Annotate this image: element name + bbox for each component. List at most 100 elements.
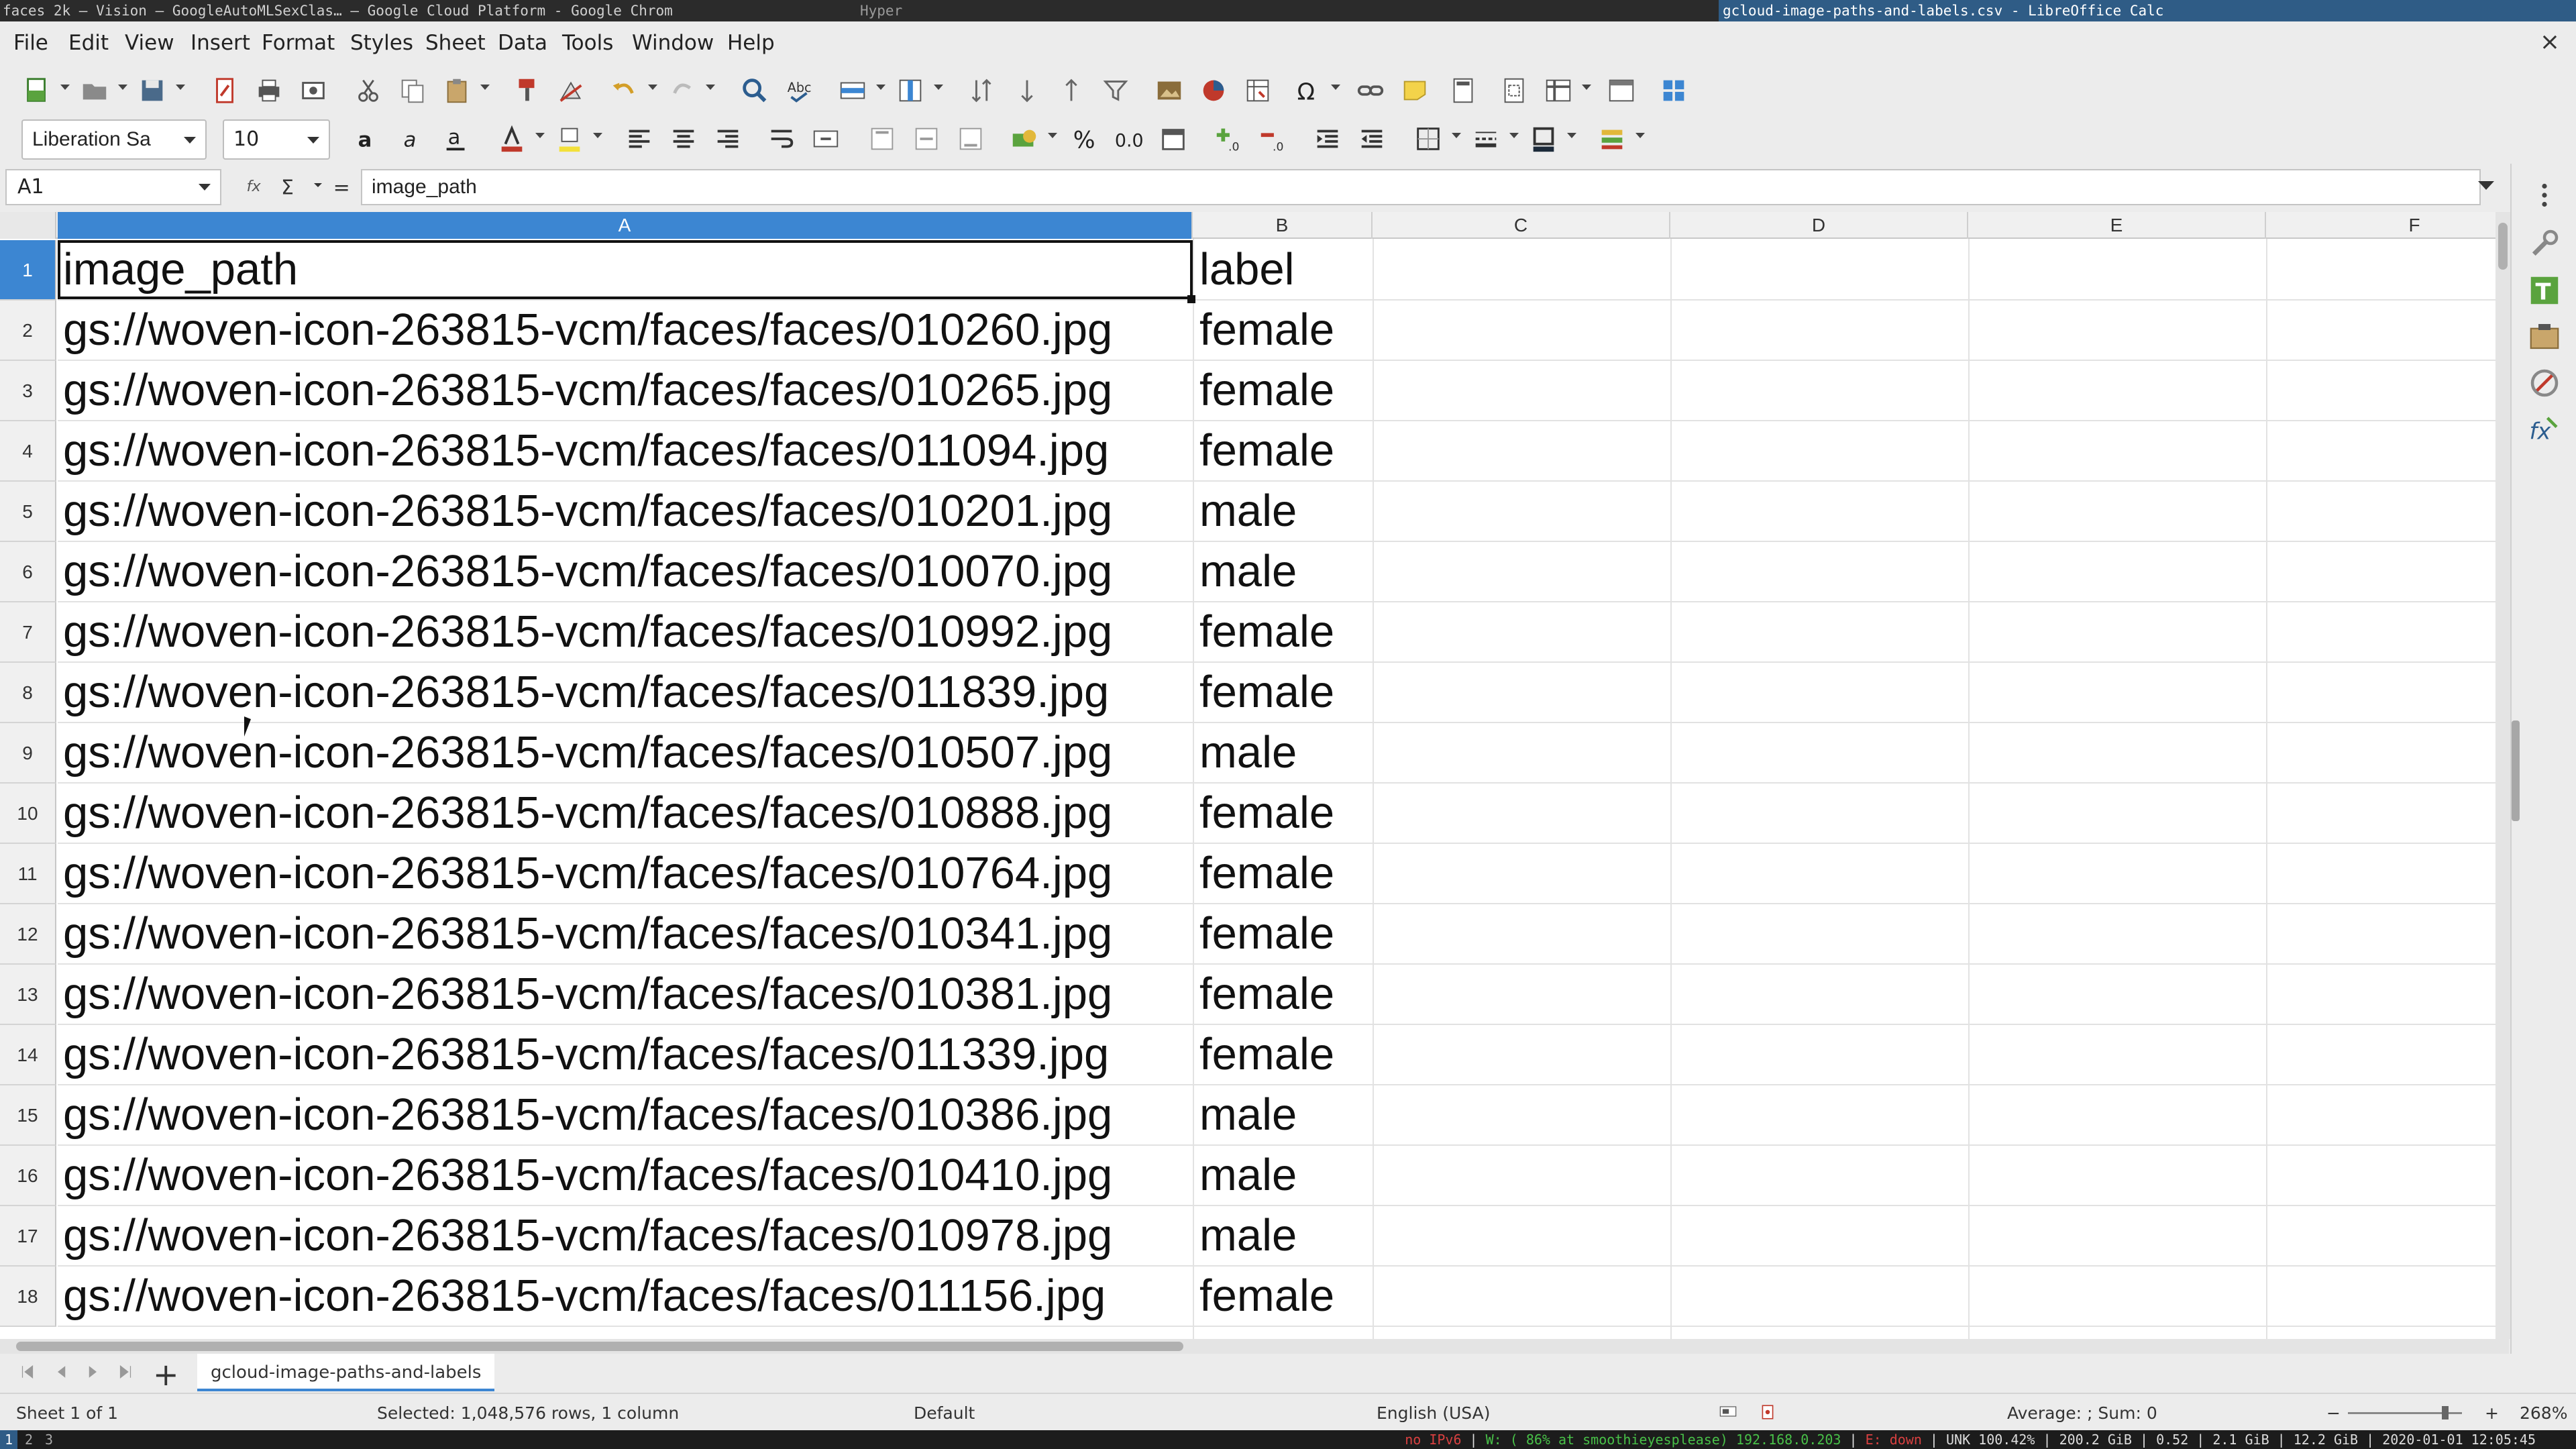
select-all-corner[interactable]: [0, 212, 56, 239]
print-preview-icon[interactable]: [297, 74, 330, 107]
delete-decimal-icon[interactable]: .0: [1256, 122, 1289, 156]
cell-label[interactable]: male: [1194, 723, 1373, 784]
freeze-rows-columns-icon[interactable]: [1542, 74, 1575, 107]
wrap-text-icon[interactable]: [765, 122, 798, 156]
sheet-position[interactable]: Sheet 1 of 1: [16, 1403, 118, 1423]
align-left-icon[interactable]: [623, 122, 656, 156]
column-header-e[interactable]: E: [1968, 212, 2266, 239]
gallery-icon[interactable]: [2526, 318, 2563, 354]
row-header[interactable]: 9: [0, 723, 56, 784]
sum-icon[interactable]: Σ: [278, 173, 305, 206]
language[interactable]: English (USA): [1377, 1403, 1490, 1423]
borders-icon[interactable]: [1411, 122, 1445, 156]
workspace-2[interactable]: 2: [20, 1430, 38, 1449]
cell-label[interactable]: female: [1194, 421, 1373, 482]
menu-help[interactable]: Help: [727, 30, 775, 56]
cell-image-path[interactable]: gs://woven-icon-263815-vcm/faces/faces/0…: [58, 1267, 1193, 1327]
horizontal-scroll-thumb[interactable]: [16, 1342, 1183, 1351]
cell-label[interactable]: male: [1194, 1206, 1373, 1267]
decrease-indent-icon[interactable]: [1355, 122, 1389, 156]
define-print-area-icon[interactable]: [1497, 74, 1531, 107]
workspace-3[interactable]: 3: [40, 1430, 58, 1449]
empty-cells[interactable]: [1373, 784, 2496, 844]
cell-label[interactable]: male: [1194, 482, 1373, 542]
cell-image-path[interactable]: gs://woven-icon-263815-vcm/faces/faces/0…: [58, 784, 1193, 844]
redo-icon[interactable]: [665, 74, 699, 107]
close-document-icon[interactable]: ×: [2540, 28, 2560, 56]
underline-icon[interactable]: a: [440, 122, 474, 156]
cell-label[interactable]: male: [1194, 542, 1373, 602]
cell-label[interactable]: female: [1194, 602, 1373, 663]
sheet-tab-active[interactable]: gcloud-image-paths-and-labels: [197, 1354, 495, 1391]
cell-image-path[interactable]: gs://woven-icon-263815-vcm/faces/faces/0…: [58, 1025, 1193, 1085]
empty-cells[interactable]: [1373, 1085, 2496, 1146]
menu-window[interactable]: Window: [632, 30, 714, 56]
row-header[interactable]: 10: [0, 784, 56, 844]
spreadsheet-grid[interactable]: A B C D E F 1 image_path label 2 gs://woven-…: [0, 212, 2496, 1339]
page-style[interactable]: Default: [914, 1403, 975, 1423]
empty-cells[interactable]: [1373, 904, 2496, 965]
date-format-icon[interactable]: [1157, 122, 1190, 156]
row-header[interactable]: 4: [0, 421, 56, 482]
cell-label[interactable]: female: [1194, 784, 1373, 844]
cell-image-path[interactable]: gs://woven-icon-263815-vcm/faces/faces/0…: [58, 542, 1193, 602]
font-name-combo[interactable]: Liberation Sa: [21, 119, 207, 160]
menu-sheet[interactable]: Sheet: [425, 30, 486, 56]
last-sheet-icon[interactable]: [115, 1362, 136, 1387]
column-header-c[interactable]: C: [1373, 212, 1670, 239]
formula-icon[interactable]: =: [329, 173, 356, 206]
header-cell-label[interactable]: label: [1194, 240, 1373, 301]
row-header[interactable]: 18: [0, 1267, 56, 1327]
add-sheet-icon[interactable]: +: [153, 1356, 179, 1393]
align-bottom-icon[interactable]: [954, 122, 987, 156]
row-header[interactable]: 2: [0, 301, 56, 361]
column-icon[interactable]: [894, 74, 927, 107]
row-header[interactable]: 15: [0, 1085, 56, 1146]
cell-label[interactable]: female: [1194, 1267, 1373, 1327]
workspace-1[interactable]: 1: [0, 1430, 17, 1449]
print-icon[interactable]: [252, 74, 286, 107]
empty-cells[interactable]: [1373, 1206, 2496, 1267]
expand-formula-bar-icon[interactable]: [2478, 181, 2494, 190]
functions-icon[interactable]: fx: [2526, 412, 2563, 448]
copy-icon[interactable]: [396, 74, 429, 107]
row-header[interactable]: 13: [0, 965, 56, 1025]
center-vertically-icon[interactable]: [910, 122, 943, 156]
export-pdf-icon[interactable]: [208, 74, 241, 107]
column-header-d[interactable]: D: [1670, 212, 1968, 239]
cell-image-path[interactable]: gs://woven-icon-263815-vcm/faces/faces/0…: [58, 361, 1193, 421]
empty-cells[interactable]: [1373, 301, 2496, 361]
function-wizard-icon[interactable]: fx: [246, 173, 270, 203]
empty-cells[interactable]: [1373, 723, 2496, 784]
cell-image-path[interactable]: gs://woven-icon-263815-vcm/faces/faces/0…: [58, 1206, 1193, 1267]
cell-image-path[interactable]: gs://woven-icon-263815-vcm/faces/faces/0…: [58, 1085, 1193, 1146]
cell-image-path[interactable]: gs://woven-icon-263815-vcm/faces/faces/0…: [58, 301, 1193, 361]
chevron-down-icon[interactable]: [311, 173, 325, 203]
empty-cells[interactable]: [1373, 1146, 2496, 1206]
zoom-level[interactable]: 268%: [2520, 1403, 2567, 1423]
sum-summary[interactable]: Average: ; Sum: 0: [2007, 1403, 2157, 1423]
insert-image-icon[interactable]: [1152, 74, 1186, 107]
cell-label[interactable]: female: [1194, 965, 1373, 1025]
column-header-b[interactable]: B: [1193, 212, 1373, 239]
split-window-icon[interactable]: [1605, 74, 1638, 107]
menu-data[interactable]: Data: [498, 30, 547, 56]
clone-formatting-icon[interactable]: [510, 74, 543, 107]
cut-icon[interactable]: [352, 74, 385, 107]
row-icon[interactable]: [836, 74, 869, 107]
conditional-format-icon[interactable]: [1595, 122, 1629, 156]
formula-input[interactable]: image_path: [361, 169, 2481, 205]
align-center-icon[interactable]: [667, 122, 700, 156]
cell-image-path[interactable]: gs://woven-icon-263815-vcm/faces/faces/0…: [58, 602, 1193, 663]
find-replace-icon[interactable]: [738, 74, 771, 107]
name-box[interactable]: A1: [5, 169, 221, 205]
cell-label[interactable]: female: [1194, 1025, 1373, 1085]
vertical-scroll-thumb[interactable]: [2498, 223, 2508, 270]
navigator-icon[interactable]: [2526, 365, 2563, 401]
align-top-icon[interactable]: [865, 122, 899, 156]
open-folder-icon[interactable]: [78, 74, 111, 107]
cell-label[interactable]: female: [1194, 844, 1373, 904]
menu-file[interactable]: File: [13, 30, 48, 56]
cell-image-path[interactable]: gs://woven-icon-263815-vcm/faces/faces/0…: [58, 482, 1193, 542]
bold-icon[interactable]: a: [352, 122, 385, 156]
